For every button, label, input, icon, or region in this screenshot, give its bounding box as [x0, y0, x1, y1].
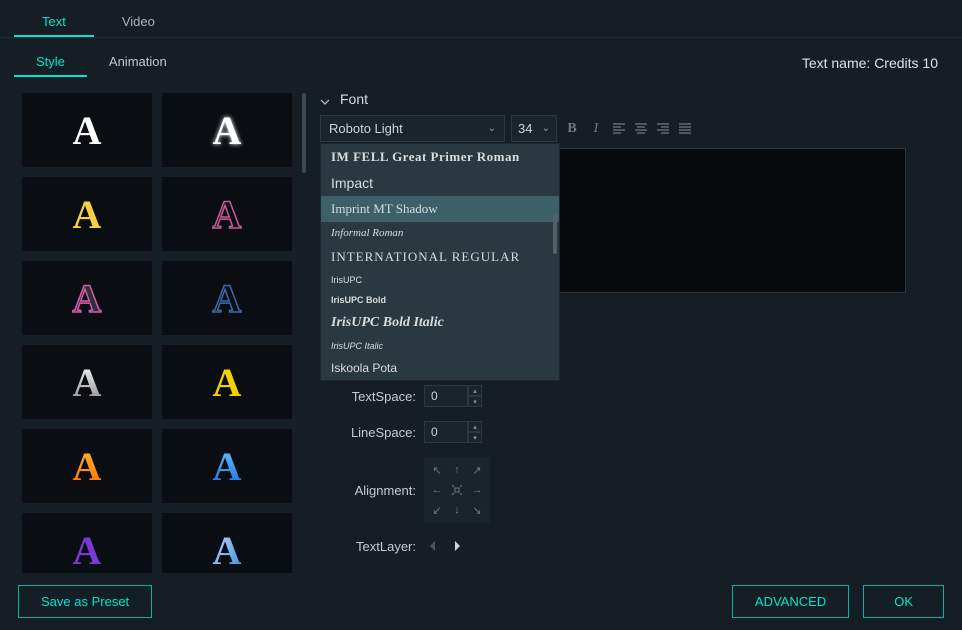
font-size-value: 34: [518, 121, 532, 136]
svg-text:A: A: [213, 444, 242, 489]
svg-text:A: A: [213, 192, 242, 237]
linespace-down[interactable]: ▾: [468, 432, 482, 443]
style-panel: A AA A A A A A A A A A A: [0, 83, 306, 573]
font-option[interactable]: IrisUPC: [321, 270, 559, 290]
align-ml[interactable]: ←: [428, 481, 446, 499]
text-name-display: Text name: Credits 10: [802, 55, 938, 71]
linespace-up[interactable]: ▴: [468, 421, 482, 432]
style-preset-8[interactable]: A: [162, 345, 292, 419]
ok-button[interactable]: OK: [863, 585, 944, 618]
align-bc[interactable]: ↓: [448, 501, 466, 519]
textspace-label: TextSpace:: [336, 389, 416, 404]
caret-down-icon: ⌄: [542, 123, 550, 134]
footer: Save as Preset ADVANCED OK: [0, 573, 962, 630]
align-tr[interactable]: ↗: [468, 461, 486, 479]
subtab-animation[interactable]: Animation: [87, 48, 189, 77]
advanced-button[interactable]: ADVANCED: [732, 585, 849, 618]
style-preset-9[interactable]: A: [22, 429, 152, 503]
svg-text:A: A: [73, 528, 102, 573]
textspace-down[interactable]: ▾: [468, 396, 482, 407]
font-family-select[interactable]: Roboto Light ⌄: [320, 115, 505, 142]
font-option[interactable]: IrisUPC Bold: [321, 290, 559, 310]
save-preset-button[interactable]: Save as Preset: [18, 585, 152, 618]
subtab-style[interactable]: Style: [14, 48, 87, 77]
text-name-value: Credits 10: [874, 55, 938, 71]
align-right-button[interactable]: [655, 121, 671, 137]
textspace-input[interactable]: 0: [424, 385, 468, 407]
layer-prev-button[interactable]: [424, 537, 442, 555]
font-toolbar: Roboto Light ⌄ 34 ⌄ B I: [320, 115, 938, 142]
svg-text:A: A: [213, 528, 242, 573]
sub-tabs: Style Animation: [14, 48, 189, 77]
font-option[interactable]: INTERNATIONAL REGULAR: [321, 244, 559, 270]
align-justify-button[interactable]: [677, 121, 693, 137]
align-mr[interactable]: →: [468, 481, 486, 499]
style-preset-4[interactable]: A: [162, 177, 292, 251]
style-preset-11[interactable]: A: [22, 513, 152, 573]
chevron-down-icon: [320, 94, 330, 104]
font-option[interactable]: IrisUPC Bold Italic: [321, 310, 559, 336]
linespace-input[interactable]: 0: [424, 421, 468, 443]
linespace-label: LineSpace:: [336, 425, 416, 440]
font-option[interactable]: Imprint MT Shadow: [321, 196, 559, 222]
align-center-button[interactable]: [633, 121, 649, 137]
font-option[interactable]: IrisUPC Italic: [321, 336, 559, 356]
font-option[interactable]: Iskoola Pota: [321, 356, 559, 380]
font-family-value: Roboto Light: [329, 121, 403, 136]
svg-text:A: A: [73, 192, 102, 237]
font-option[interactable]: IM FELL Great Primer Roman: [321, 144, 559, 170]
dropdown-scrollbar[interactable]: [553, 214, 557, 254]
align-mc[interactable]: [448, 481, 466, 499]
text-name-label: Text name:: [802, 55, 870, 71]
layer-next-button[interactable]: [448, 537, 466, 555]
svg-text:A: A: [213, 360, 242, 405]
font-dropdown-list: IM FELL Great Primer Roman Impact Imprin…: [320, 143, 560, 381]
align-br[interactable]: ↘: [468, 501, 486, 519]
svg-text:A: A: [73, 360, 102, 405]
svg-text:A: A: [213, 276, 242, 321]
alignment-grid: ↖ ↑ ↗ ← → ↙ ↓ ↘: [424, 457, 490, 523]
tab-video[interactable]: Video: [94, 8, 183, 37]
top-tabs: Text Video: [0, 0, 962, 38]
textspace-up[interactable]: ▴: [468, 385, 482, 396]
style-preset-1[interactable]: A: [22, 93, 152, 167]
style-preset-6[interactable]: A: [162, 261, 292, 335]
style-preset-3[interactable]: A: [22, 177, 152, 251]
properties-panel: Font Roboto Light ⌄ 34 ⌄ B I IM FELL Gre…: [306, 83, 962, 573]
alignment-label: Alignment:: [336, 483, 416, 498]
header-row: Style Animation Text name: Credits 10: [0, 38, 962, 83]
italic-button[interactable]: I: [587, 120, 605, 138]
style-preset-10[interactable]: A: [162, 429, 292, 503]
tab-text[interactable]: Text: [14, 8, 94, 37]
style-preset-12[interactable]: A: [162, 513, 292, 573]
font-size-select[interactable]: 34 ⌄: [511, 115, 557, 142]
font-option[interactable]: Informal Roman: [321, 222, 559, 244]
style-preset-2[interactable]: AA: [162, 93, 292, 167]
bold-button[interactable]: B: [563, 120, 581, 138]
align-left-button[interactable]: [611, 121, 627, 137]
caret-down-icon: ⌄: [488, 123, 496, 134]
style-preset-5[interactable]: A: [22, 261, 152, 335]
style-grid: A AA A A A A A A A A A A: [22, 93, 306, 573]
style-preset-7[interactable]: A: [22, 345, 152, 419]
svg-text:A: A: [73, 276, 102, 321]
textlayer-label: TextLayer:: [336, 539, 416, 554]
align-tc[interactable]: ↑: [448, 461, 466, 479]
align-tl[interactable]: ↖: [428, 461, 446, 479]
svg-text:A: A: [73, 444, 102, 489]
align-bl[interactable]: ↙: [428, 501, 446, 519]
font-option[interactable]: Impact: [321, 170, 559, 196]
font-section-label: Font: [340, 91, 368, 107]
svg-text:A: A: [73, 108, 102, 153]
svg-text:A: A: [213, 108, 242, 153]
font-section-header[interactable]: Font: [320, 91, 938, 107]
